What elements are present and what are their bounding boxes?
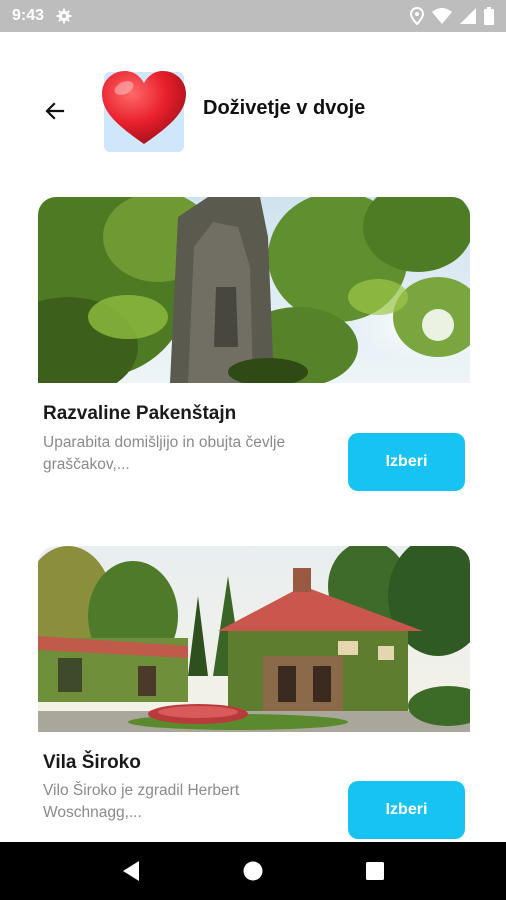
ruins-in-forest-photo [38,197,470,383]
experience-card: Vila Široko Vilo Široko je zgradil Herbe… [38,546,470,842]
card-description: Uparabita domišljijo in obujta čevlje gr… [43,434,286,473]
back-button[interactable] [38,94,72,128]
recents-square-icon[interactable] [355,851,395,891]
villa-with-ivy-photo [38,546,470,732]
card-description: Vilo Široko je zgradil Herbert Woschnagg… [43,782,240,821]
system-nav-bar [0,842,506,900]
heart-icon [102,71,186,144]
location-icon [410,7,424,25]
arrow-left-icon [45,102,65,120]
card-title: Vila Široko [43,752,141,773]
experience-card: Razvaline Pakenštajn Uparabita domišljij… [38,197,470,497]
home-circle-icon[interactable] [233,851,273,891]
card-image-art [38,197,470,383]
status-bar: 9:43 [0,0,506,32]
app-header: Doživetje v dvoje [0,60,506,156]
card-image-art [38,546,470,732]
status-left: 9:43 [12,7,72,25]
page-title: Doživetje v dvoje [203,97,366,119]
back-triangle-icon[interactable] [111,851,151,891]
wifi-icon [432,8,452,24]
battery-icon [484,7,494,25]
signal-icon [460,8,476,24]
status-right [410,7,494,25]
select-button[interactable]: Izberi [348,433,465,491]
status-time: 9:43 [12,7,45,24]
card-title: Razvaline Pakenštajn [43,403,237,424]
settings-icon [56,8,72,24]
category-icon-tile [102,71,186,152]
select-button[interactable]: Izberi [348,781,465,839]
